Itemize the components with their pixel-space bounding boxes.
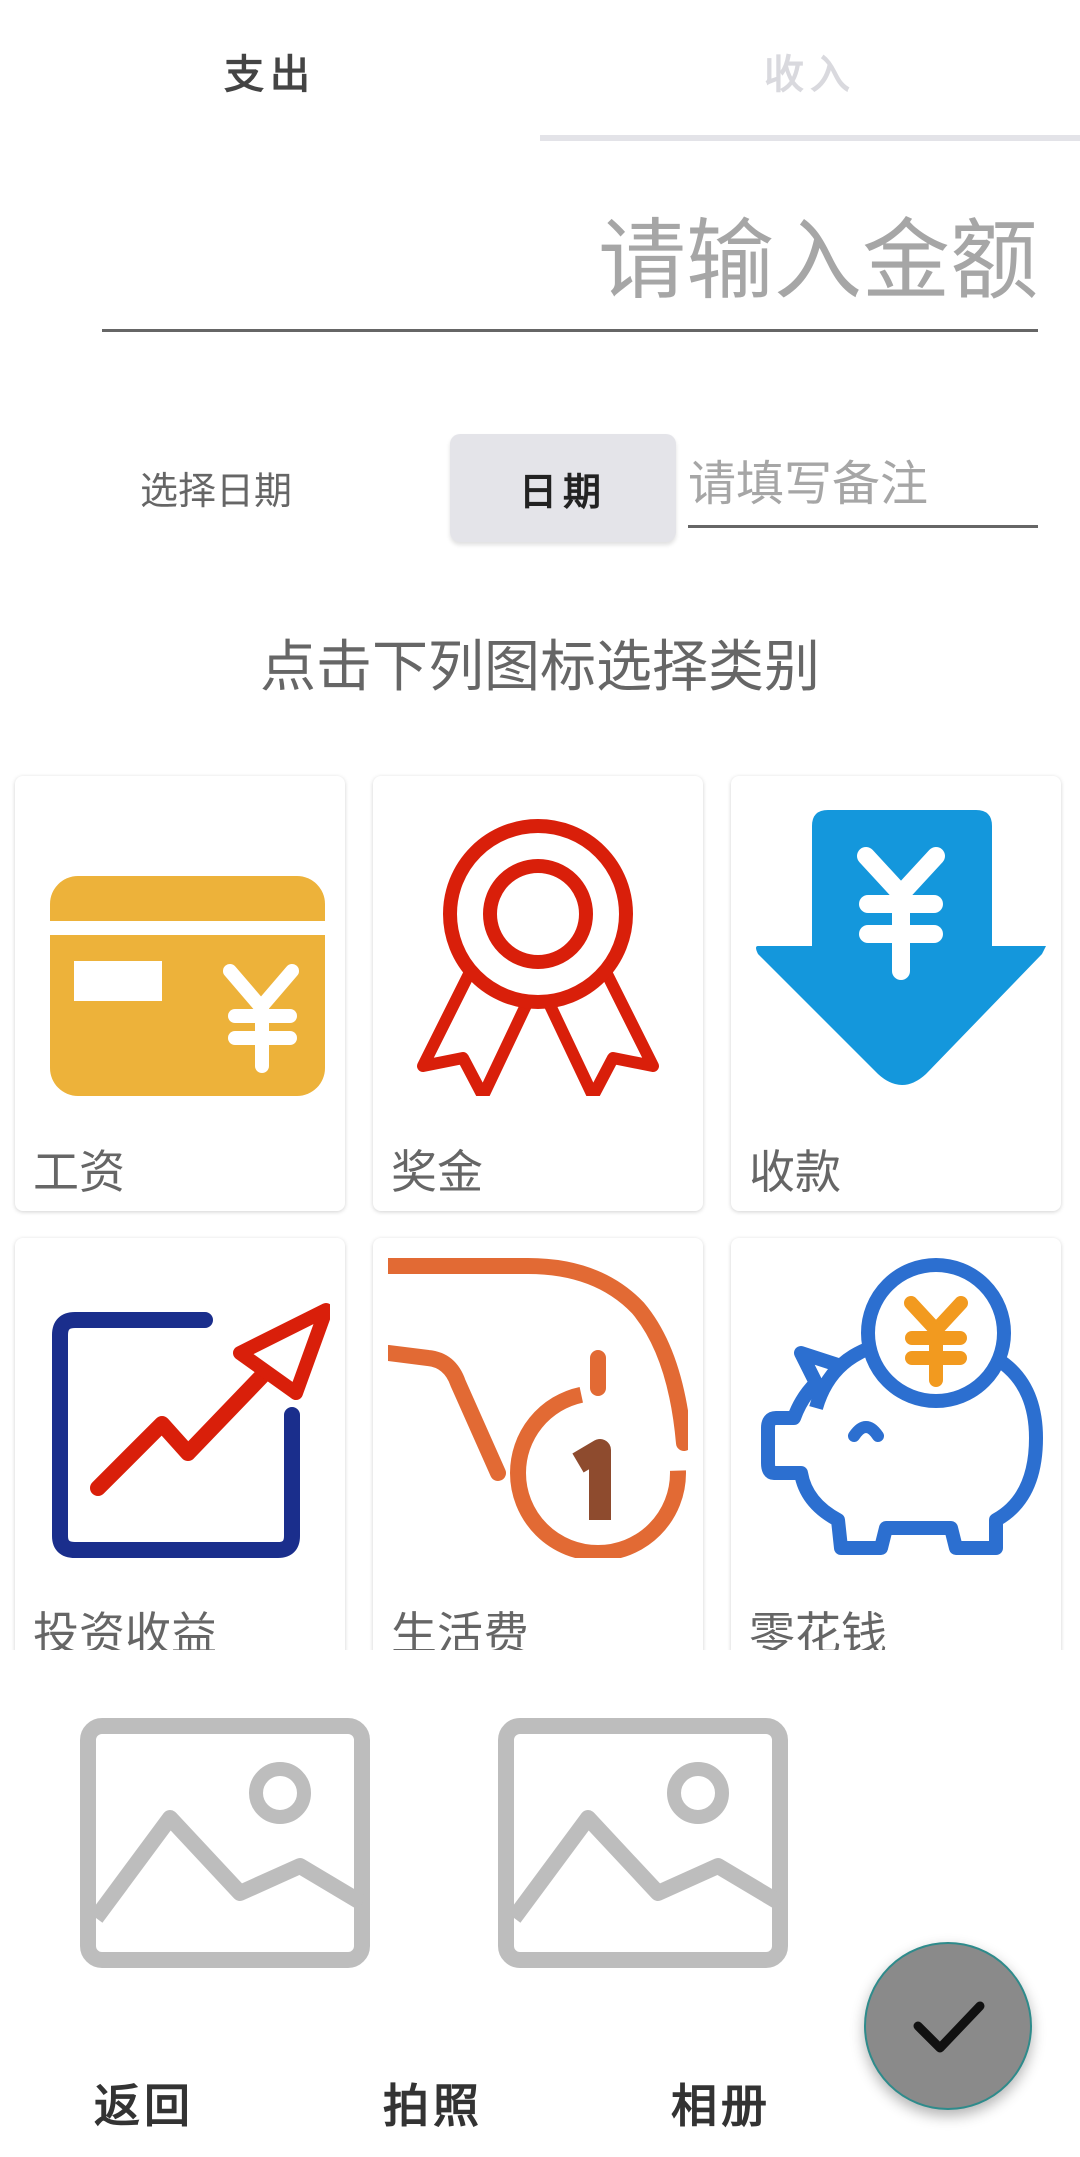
album-button[interactable]: 相册	[671, 2070, 771, 2136]
category-card-bonus[interactable]: 奖金	[373, 776, 703, 1211]
type-tabs: 支出 收入	[0, 0, 1080, 142]
amount-input[interactable]	[102, 200, 1038, 320]
living-cost-coin-hand-icon	[388, 1258, 688, 1558]
category-label: 工资	[33, 1145, 125, 1199]
remark-input[interactable]	[688, 448, 1038, 520]
bonus-medal-icon	[417, 819, 659, 1096]
category-card-receive[interactable]: 收款	[731, 776, 1061, 1211]
tab-expense[interactable]: 支出	[0, 0, 540, 142]
amount-field	[102, 200, 1038, 332]
category-label: 生活费	[391, 1607, 529, 1650]
camera-button[interactable]: 拍照	[383, 2070, 483, 2136]
category-hint: 点击下列图标选择类别	[260, 635, 820, 700]
category-label: 投资收益	[33, 1607, 217, 1650]
category-card-pocket-money[interactable]: 零花钱	[731, 1238, 1061, 1650]
category-card-investment[interactable]: 投资收益	[15, 1238, 345, 1650]
piggy-bank-icon	[761, 1258, 1043, 1555]
category-grid[interactable]: 工资 奖金 收款 投资收益 生活费 零花钱	[0, 770, 1080, 1650]
receive-arrow-icon	[756, 810, 1046, 1085]
date-label: 选择日期	[140, 469, 293, 513]
date-button[interactable]: 日期	[450, 434, 676, 542]
tab-indicator	[540, 135, 1080, 141]
confirm-fab[interactable]	[864, 1942, 1032, 2110]
tab-income[interactable]: 收入	[540, 0, 1080, 142]
category-label: 奖金	[391, 1145, 483, 1199]
category-card-living[interactable]: 生活费	[373, 1238, 703, 1650]
check-icon	[913, 2001, 985, 2053]
image-placeholder-icon[interactable]	[498, 1718, 788, 1968]
category-label: 零花钱	[749, 1607, 887, 1650]
category-card-salary[interactable]: 工资	[15, 776, 345, 1211]
investment-chart-icon	[52, 1303, 330, 1558]
image-placeholder-icon[interactable]	[80, 1718, 370, 1968]
category-label: 收款	[749, 1145, 841, 1199]
back-button[interactable]: 返回	[94, 2070, 194, 2136]
salary-card-icon	[50, 876, 325, 1096]
remark-field	[688, 448, 1038, 528]
